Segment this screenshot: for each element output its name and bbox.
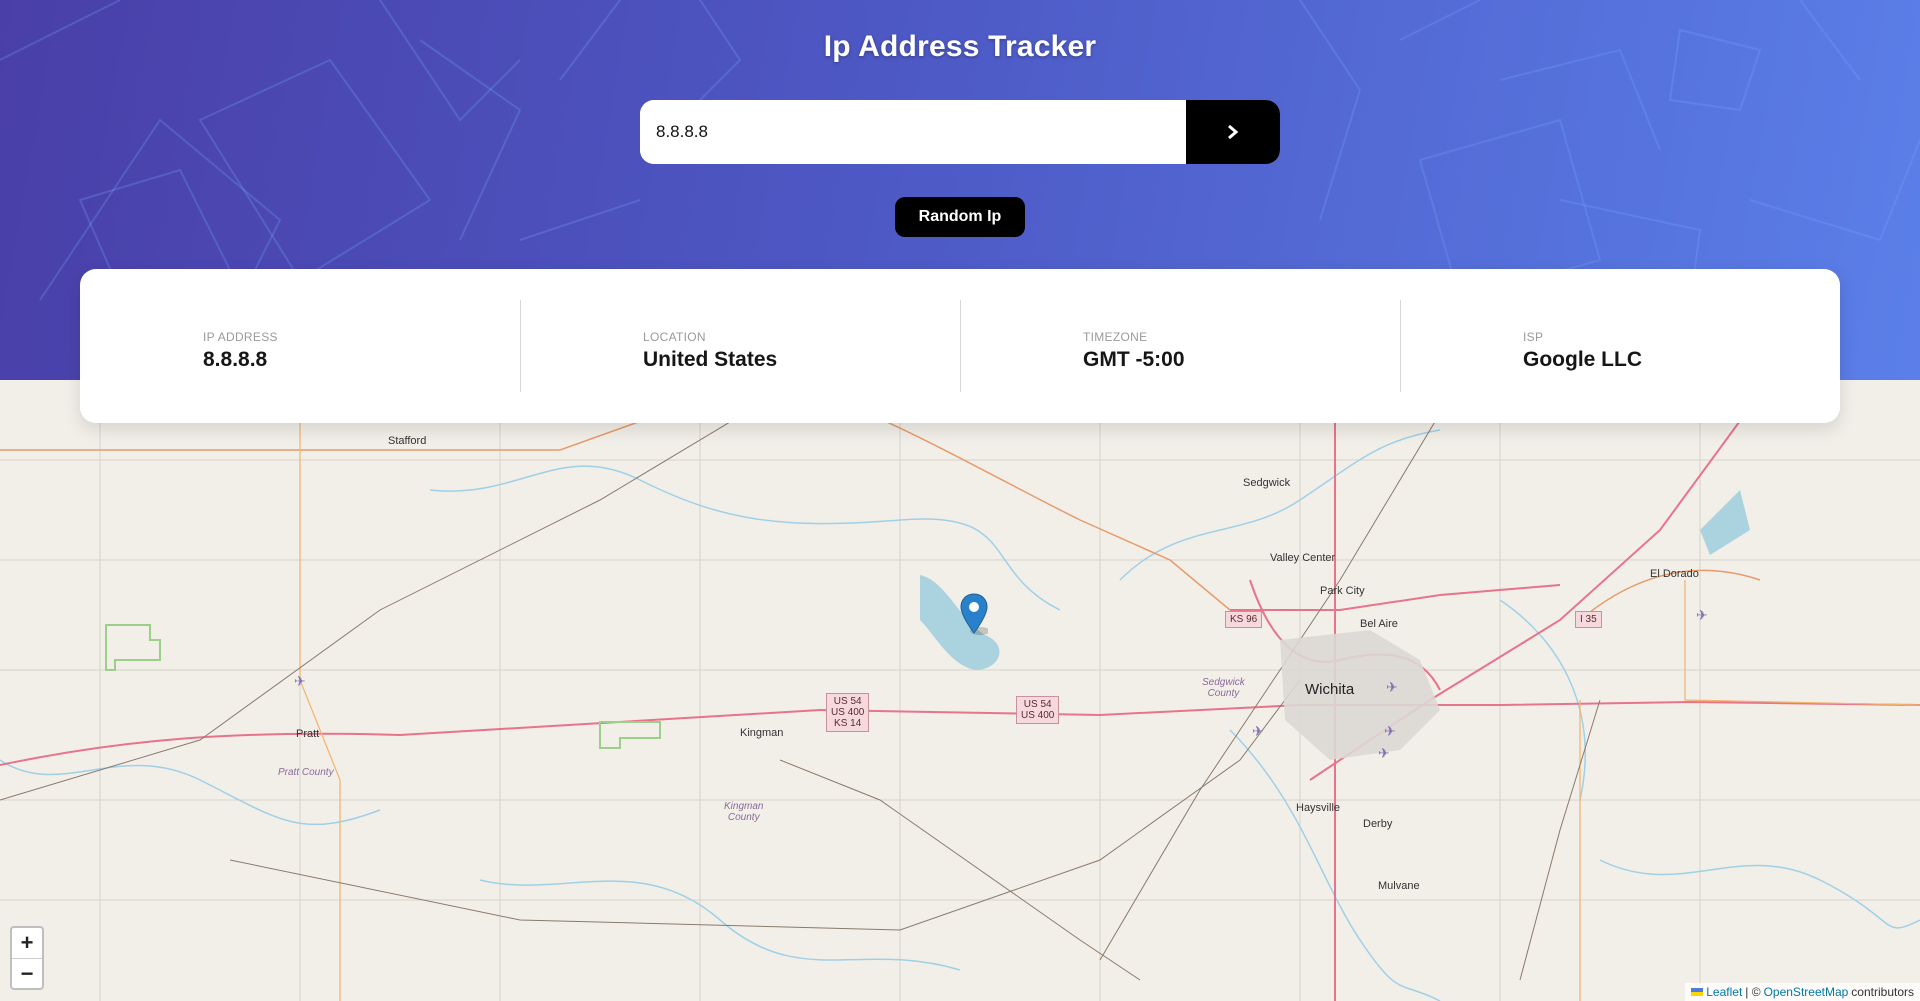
route-shield-line: US 54: [833, 696, 862, 707]
openstreetmap-link[interactable]: OpenStreetMap: [1764, 985, 1849, 999]
page-title: Ip Address Tracker: [823, 30, 1097, 63]
map-pin-icon[interactable]: [960, 593, 988, 635]
map-canvas[interactable]: ✈ ✈ ✈ ✈ ✈ ✈ Stafford Sedgwick Valley Cen…: [0, 380, 1920, 1001]
route-shield: I 35: [1575, 611, 1602, 628]
ukraine-flag-icon: [1691, 988, 1704, 996]
route-shield: KS 96: [1225, 611, 1263, 628]
svg-text:✈: ✈: [1386, 680, 1398, 696]
county-label: Sedgwick County: [1202, 677, 1245, 699]
random-ip-button[interactable]: Random Ip: [895, 197, 1025, 237]
map-tiles: ✈ ✈ ✈ ✈ ✈ ✈: [0, 380, 1920, 1001]
info-value: GMT -5:00: [1083, 348, 1185, 371]
leaflet-link[interactable]: Leaflet: [1706, 985, 1742, 999]
place-label: Mulvane: [1378, 880, 1420, 892]
route-shield-line: US 54: [1023, 699, 1052, 710]
zoom-in-button[interactable]: +: [12, 928, 42, 958]
place-label: Sedgwick: [1243, 477, 1291, 489]
svg-text:✈: ✈: [1252, 724, 1264, 740]
county-label-line: Sedgwick: [1202, 677, 1245, 688]
county-label: Pratt County: [278, 767, 334, 778]
info-isp: ISP Google LLC: [1400, 269, 1840, 423]
svg-text:✈: ✈: [1696, 608, 1708, 624]
county-label: Kingman County: [724, 801, 763, 823]
attribution-separator: | ©: [1745, 985, 1761, 999]
route-shield: US 54 US 400: [1016, 696, 1060, 724]
route-shield-line: KS 14: [834, 718, 862, 729]
search-submit-button[interactable]: [1186, 100, 1280, 164]
place-label: Derby: [1363, 818, 1393, 830]
attribution-suffix: contributors: [1851, 985, 1914, 999]
place-label: Valley Center: [1270, 552, 1336, 564]
map-attribution: Leaflet | © OpenStreetMap contributors: [1685, 983, 1920, 1001]
county-label-line: County: [1207, 688, 1240, 699]
zoom-out-button[interactable]: −: [12, 958, 42, 989]
ip-info-card: IP ADDRESS 8.8.8.8 LOCATION United State…: [80, 269, 1840, 423]
place-label: Kingman: [740, 727, 784, 739]
search-bar: [640, 100, 1280, 164]
ip-search-input[interactable]: [640, 100, 1186, 164]
place-label: El Dorado: [1650, 568, 1699, 580]
route-shield: US 54 US 400 KS 14: [826, 693, 870, 732]
county-label-line: County: [727, 812, 760, 823]
svg-text:✈: ✈: [1384, 724, 1396, 740]
info-timezone: TIMEZONE GMT -5:00: [960, 269, 1400, 423]
place-label: Stafford: [388, 435, 427, 447]
zoom-control: + −: [10, 926, 44, 990]
chevron-right-icon: [1228, 124, 1239, 140]
info-label: IP ADDRESS: [203, 330, 278, 344]
info-location: LOCATION United States: [520, 269, 960, 423]
info-label: ISP: [1523, 330, 1544, 344]
place-label-city: Wichita: [1305, 681, 1355, 698]
place-label: Park City: [1320, 585, 1365, 597]
place-label: Bel Aire: [1360, 618, 1398, 630]
info-label: TIMEZONE: [1083, 330, 1148, 344]
info-ip-address: IP ADDRESS 8.8.8.8: [80, 269, 520, 423]
info-label: LOCATION: [643, 330, 706, 344]
info-value: United States: [643, 348, 778, 371]
route-shield-line: US 400: [831, 707, 865, 718]
place-label: Haysville: [1296, 802, 1341, 814]
county-label-line: Kingman: [724, 801, 764, 812]
svg-text:✈: ✈: [1378, 746, 1390, 762]
svg-text:✈: ✈: [294, 674, 306, 690]
route-shield-line: US 400: [1021, 710, 1055, 721]
info-value: Google LLC: [1523, 348, 1642, 371]
place-label: Pratt: [296, 728, 320, 740]
info-value: 8.8.8.8: [203, 348, 268, 371]
